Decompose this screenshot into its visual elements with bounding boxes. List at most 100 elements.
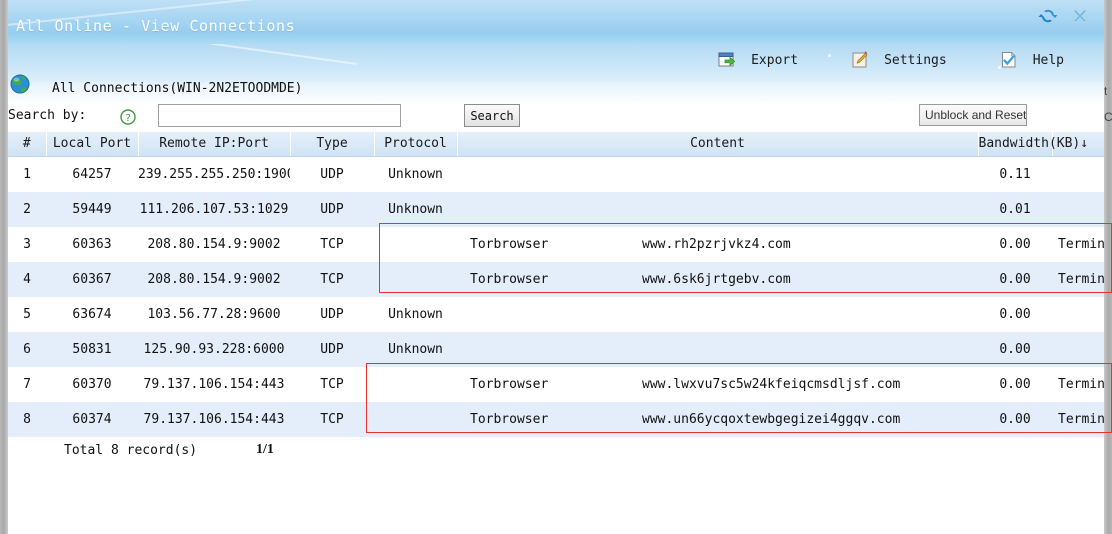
cut-off-label-top: t bbox=[1104, 84, 1108, 98]
cell-protocol bbox=[374, 261, 457, 297]
toolbar-sheen bbox=[29, 44, 357, 65]
question-mark-icon[interactable]: ? bbox=[120, 109, 136, 125]
cell-content-url: www.lwxvu7sc5w24kfeiqcmsdljsf.com bbox=[642, 376, 901, 392]
cell-action: Terminating bbox=[1052, 261, 1104, 297]
svg-text:?: ? bbox=[125, 113, 131, 124]
export-label: Export bbox=[751, 52, 799, 68]
cell-protocol bbox=[374, 226, 457, 262]
cell-content: Torbrowser www.un66ycqoxtewbgegizei4ggqv… bbox=[457, 401, 978, 437]
table-header-row: # Local Port Remote IP:Port Type Protoco… bbox=[8, 132, 1104, 157]
help-label: Help bbox=[1032, 52, 1064, 68]
cell-remote-ip: 208.80.154.9:9002 bbox=[138, 226, 290, 262]
globe-icon bbox=[8, 72, 32, 96]
connection-header: All Connections(WIN-2N2ETOODMDE) bbox=[8, 74, 1104, 102]
table-footer: Total 8 record(s) 1/1 bbox=[8, 436, 1104, 466]
cell-type: TCP bbox=[290, 401, 374, 437]
cell-action bbox=[1052, 156, 1104, 192]
cell-bandwidth: 0.00 bbox=[978, 296, 1052, 332]
cell-content: Torbrowser www.rh2pzrjvkz4.com bbox=[457, 226, 978, 262]
toolbar-items: Export Settings Help bbox=[665, 50, 1064, 70]
cell-content-url: www.6sk6jrtgebv.com bbox=[642, 271, 791, 287]
cell-action bbox=[1052, 296, 1104, 332]
cell-remote-ip: 79.137.106.154:443 bbox=[138, 366, 290, 402]
connection-title: All Connections(WIN-2N2ETOODMDE) bbox=[52, 81, 303, 96]
cell-bandwidth: 0.00 bbox=[978, 261, 1052, 297]
cell-index: 1 bbox=[8, 156, 46, 192]
export-icon bbox=[717, 50, 737, 70]
column-header-content[interactable]: Content bbox=[457, 132, 979, 157]
cell-type: UDP bbox=[290, 191, 374, 227]
table-row[interactable]: 5 63674 103.56.77.28:9600 UDP Unknown 0.… bbox=[8, 296, 1104, 332]
cell-local-port: 60363 bbox=[46, 226, 138, 262]
right-scroll-strip[interactable] bbox=[1104, 0, 1112, 534]
settings-button[interactable]: Settings bbox=[850, 50, 947, 70]
toolbar: Export Settings Help bbox=[8, 44, 1104, 82]
cell-remote-ip: 239.255.255.250:1900 bbox=[138, 156, 290, 192]
window-buttons bbox=[1038, 6, 1090, 26]
cell-type: UDP bbox=[290, 296, 374, 332]
cell-protocol bbox=[374, 401, 457, 437]
table-row[interactable]: 6 50831 125.90.93.228:6000 UDP Unknown 0… bbox=[8, 331, 1104, 367]
cell-index: 4 bbox=[8, 261, 46, 297]
cell-remote-ip: 103.56.77.28:9600 bbox=[138, 296, 290, 332]
cell-action: Terminating bbox=[1052, 401, 1104, 437]
cell-action: Terminating bbox=[1052, 226, 1104, 262]
help-button[interactable]: Help bbox=[999, 50, 1064, 70]
column-header-type[interactable]: Type bbox=[290, 132, 375, 157]
cell-index: 7 bbox=[8, 366, 46, 402]
cell-remote-ip: 79.137.106.154:443 bbox=[138, 401, 290, 437]
cell-content bbox=[457, 191, 978, 227]
cell-content bbox=[457, 331, 978, 367]
cell-bandwidth: 0.00 bbox=[978, 331, 1052, 367]
cell-local-port: 50831 bbox=[46, 331, 138, 367]
table-row[interactable]: 3 60363 208.80.154.9:9002 TCP Torbrowser… bbox=[8, 226, 1104, 262]
cell-content-app: Torbrowser bbox=[470, 236, 549, 252]
column-header-bandwidth[interactable]: Bandwidth(KB)↓ bbox=[978, 132, 1088, 157]
close-icon[interactable] bbox=[1070, 6, 1090, 26]
cell-type: UDP bbox=[290, 156, 374, 192]
cell-action: Terminating bbox=[1052, 366, 1104, 402]
cell-content bbox=[457, 156, 978, 192]
cell-local-port: 59449 bbox=[46, 191, 138, 227]
page-indicator[interactable]: 1/1 bbox=[256, 442, 274, 458]
cell-bandwidth: 0.11 bbox=[978, 156, 1052, 192]
cell-protocol: Unknown bbox=[374, 191, 457, 227]
cell-protocol: Unknown bbox=[374, 296, 457, 332]
app-window: All Online - View Connections Export Set… bbox=[0, 0, 1112, 534]
cell-bandwidth: 0.00 bbox=[978, 401, 1052, 437]
search-button[interactable]: Search bbox=[464, 104, 520, 127]
column-header-index[interactable]: # bbox=[8, 132, 47, 157]
cell-content bbox=[457, 296, 978, 332]
cell-remote-ip: 111.206.107.53:1029 bbox=[138, 191, 290, 227]
table-row[interactable]: 1 64257 239.255.255.250:1900 UDP Unknown… bbox=[8, 156, 1104, 192]
cell-bandwidth: 0.00 bbox=[978, 366, 1052, 402]
column-header-remote-ip[interactable]: Remote IP:Port bbox=[138, 132, 291, 157]
table-row[interactable]: 2 59449 111.206.107.53:1029 UDP Unknown … bbox=[8, 191, 1104, 227]
export-button[interactable]: Export bbox=[717, 50, 798, 70]
cell-type: TCP bbox=[290, 261, 374, 297]
cell-remote-ip: 208.80.154.9:9002 bbox=[138, 261, 290, 297]
cell-content-app: Torbrowser bbox=[470, 376, 549, 392]
cell-content-app: Torbrowser bbox=[470, 271, 549, 287]
cell-local-port: 64257 bbox=[46, 156, 138, 192]
table-row[interactable]: 4 60367 208.80.154.9:9002 TCP Torbrowser… bbox=[8, 261, 1104, 297]
column-header-protocol[interactable]: Protocol bbox=[374, 132, 458, 157]
cell-content-url: www.rh2pzrjvkz4.com bbox=[642, 236, 791, 252]
cell-type: TCP bbox=[290, 366, 374, 402]
column-header-local-port[interactable]: Local Port bbox=[46, 132, 139, 157]
unblock-and-reset-button[interactable]: Unblock and Reset bbox=[919, 104, 1027, 126]
refresh-icon[interactable] bbox=[1038, 6, 1058, 26]
search-input[interactable] bbox=[158, 104, 401, 127]
cell-index: 2 bbox=[8, 191, 46, 227]
table-row[interactable]: 7 60370 79.137.106.154:443 TCP Torbrowse… bbox=[8, 366, 1104, 402]
cell-content-url: www.un66ycqoxtewbgegizei4ggqv.com bbox=[642, 411, 901, 427]
cut-off-label-bottom: C bbox=[1104, 110, 1112, 124]
table-row[interactable]: 8 60374 79.137.106.154:443 TCP Torbrowse… bbox=[8, 401, 1104, 437]
left-scroll-strip[interactable] bbox=[0, 0, 8, 534]
window-title: All Online - View Connections bbox=[16, 17, 296, 35]
cell-protocol: Unknown bbox=[374, 331, 457, 367]
cell-type: UDP bbox=[290, 331, 374, 367]
cell-protocol: Unknown bbox=[374, 156, 457, 192]
cell-content: Torbrowser www.6sk6jrtgebv.com bbox=[457, 261, 978, 297]
search-bar: Search by: ? Search Unblock and Reset bbox=[8, 102, 1104, 132]
